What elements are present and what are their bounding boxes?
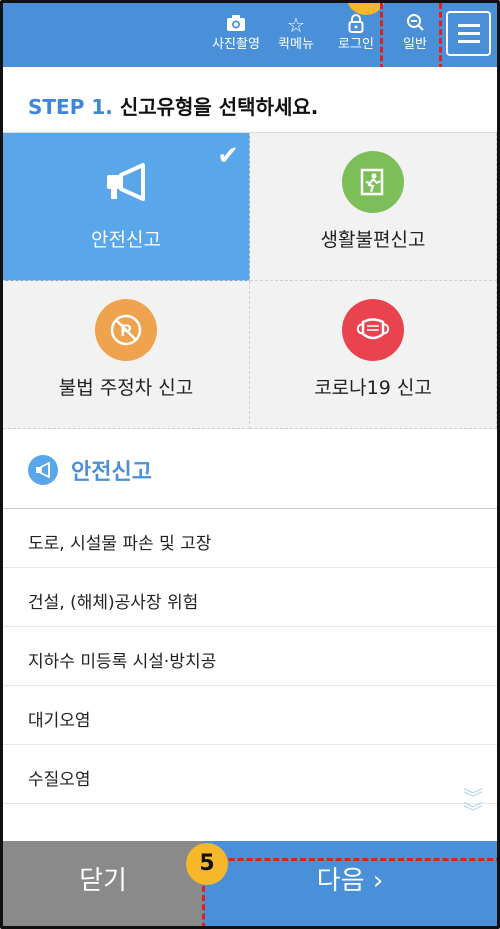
- hamburger-icon: [458, 24, 480, 27]
- app-screen: 사진촬영 ☆ 퀵메뉴 로그인 일반 STEP 1. 신고유형을 선택하세요. ✔…: [0, 0, 500, 929]
- check-icon: ✔: [217, 141, 239, 171]
- megaphone-icon: [95, 151, 157, 213]
- quick-menu-label: 퀵메뉴: [278, 37, 314, 52]
- quick-menu-button[interactable]: ☆ 퀵메뉴: [268, 13, 324, 59]
- login-label: 로그인: [338, 37, 374, 52]
- step-text: 신고유형을 선택하세요.: [119, 95, 319, 119]
- category-living[interactable]: 생활불편신고: [250, 133, 497, 281]
- category-label: 코로나19 신고: [314, 377, 432, 399]
- list-item[interactable]: 대기오염: [3, 686, 497, 745]
- category-label: 안전신고: [91, 229, 161, 251]
- list-item[interactable]: 도로, 시설물 파손 및 고장: [3, 509, 497, 568]
- hamburger-line: [458, 40, 480, 43]
- list-item[interactable]: 건설, (해체)공사장 위험: [3, 568, 497, 627]
- top-toolbar: 사진촬영 ☆ 퀵메뉴 로그인 일반: [3, 3, 497, 70]
- login-button[interactable]: 로그인: [328, 13, 384, 59]
- highlight-box-top: [380, 3, 442, 70]
- step-number: STEP 1.: [28, 95, 113, 119]
- exit-person-icon: [342, 151, 404, 213]
- category-safety[interactable]: ✔ 안전신고: [3, 133, 250, 281]
- scroll-down-icon[interactable]: ︾ ︾: [458, 788, 488, 822]
- star-icon: ☆: [287, 13, 305, 37]
- mask-icon: [342, 299, 404, 361]
- menu-button[interactable]: [446, 11, 491, 56]
- category-grid: ✔ 안전신고 생활불편신고 P 불법 주정차 신고 코로나19 신고: [3, 133, 497, 429]
- hamburger-line: [458, 32, 480, 35]
- lock-icon: [328, 13, 384, 37]
- report-type-list: 도로, 시설물 파손 및 고장 건설, (해체)공사장 위험 지하수 미등록 시…: [3, 509, 497, 804]
- list-item[interactable]: 수질오염: [3, 745, 497, 804]
- camera-icon: [208, 13, 264, 37]
- category-parking[interactable]: P 불법 주정차 신고: [3, 281, 250, 429]
- highlight-box-bottom: [202, 858, 497, 926]
- camera-label: 사진촬영: [212, 37, 260, 52]
- category-covid[interactable]: 코로나19 신고: [250, 281, 497, 429]
- no-parking-icon: P: [95, 299, 157, 361]
- section-header: 안전신고: [3, 429, 497, 509]
- annotation-badge: 5: [186, 843, 228, 885]
- close-button[interactable]: 닫기: [3, 841, 203, 926]
- camera-button[interactable]: 사진촬영: [208, 13, 264, 59]
- step-instruction: STEP 1. 신고유형을 선택하세요.: [3, 67, 497, 133]
- megaphone-icon: [28, 455, 58, 485]
- category-label: 생활불편신고: [320, 229, 426, 251]
- list-item[interactable]: 지하수 미등록 시설·방치공: [3, 627, 497, 686]
- category-label: 불법 주정차 신고: [58, 377, 194, 399]
- section-title: 안전신고: [71, 460, 152, 485]
